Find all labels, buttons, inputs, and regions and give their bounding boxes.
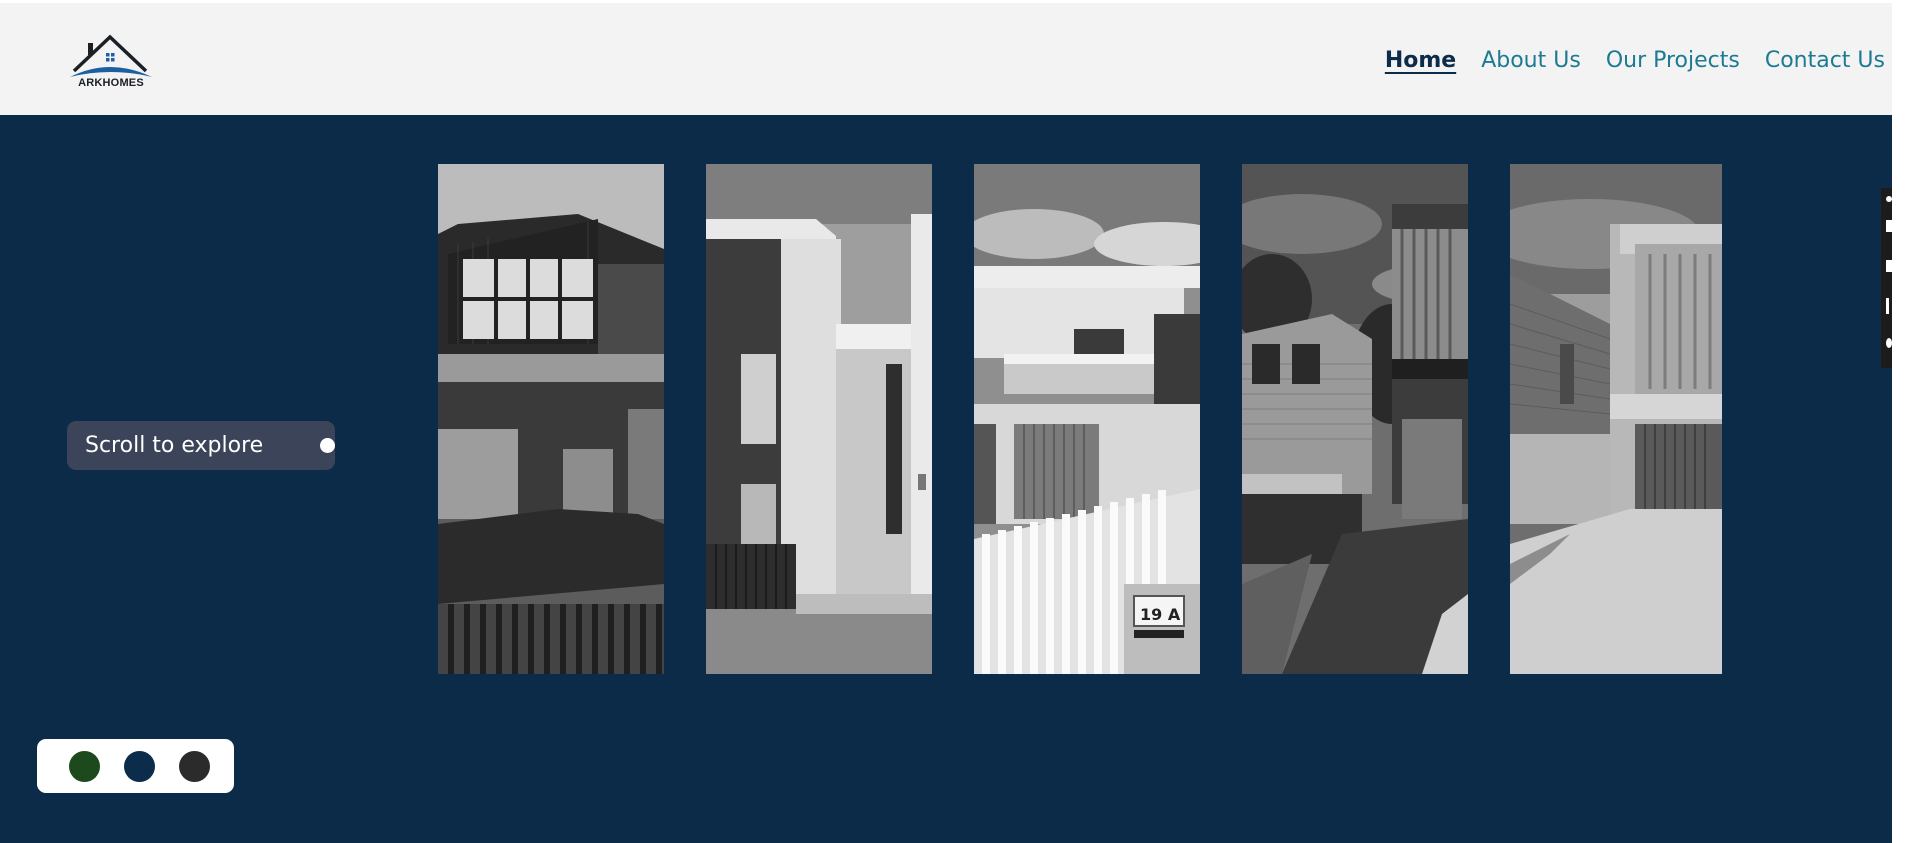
green-theme-swatch[interactable] bbox=[69, 751, 100, 782]
house-photo-3[interactable]: 19 A bbox=[974, 164, 1200, 674]
document-icon[interactable] bbox=[1886, 298, 1889, 314]
nav-about-us-link[interactable]: About Us bbox=[1481, 48, 1581, 73]
main-nav: Home About Us Our Projects Contact Us bbox=[1385, 48, 1885, 73]
nav-our-projects-link[interactable]: Our Projects bbox=[1606, 48, 1740, 73]
house-photo-5[interactable] bbox=[1510, 164, 1722, 674]
theme-color-switcher bbox=[37, 739, 234, 793]
side-toolbar bbox=[1881, 188, 1892, 368]
charcoal-theme-swatch[interactable] bbox=[179, 751, 210, 782]
navy-theme-swatch[interactable] bbox=[124, 751, 155, 782]
logo-wordmark: ARKHOMES bbox=[78, 77, 144, 89]
nav-home-link[interactable]: Home bbox=[1385, 48, 1456, 73]
hero-section: Scroll to explore 19 A bbox=[0, 115, 1892, 843]
arkhomes-logo[interactable]: ARKHOMES bbox=[66, 31, 156, 93]
scroll-to-explore-badge[interactable]: Scroll to explore bbox=[67, 421, 335, 470]
nav-contact-us-link[interactable]: Contact Us bbox=[1765, 48, 1885, 73]
square-icon[interactable] bbox=[1886, 220, 1892, 232]
house-photo-4[interactable] bbox=[1242, 164, 1468, 674]
house-logo-icon bbox=[70, 34, 152, 77]
house-photo-2[interactable] bbox=[706, 164, 932, 674]
gear-icon[interactable] bbox=[1886, 338, 1892, 348]
scroll-indicator-dot bbox=[320, 438, 335, 453]
site: ARKHOMES Home About Us Our Projects Cont… bbox=[0, 0, 1892, 843]
scroll-hint-label: Scroll to explore bbox=[85, 433, 264, 458]
search-icon[interactable] bbox=[1886, 196, 1892, 202]
house-photo-1[interactable] bbox=[438, 164, 664, 674]
site-header: ARKHOMES Home About Us Our Projects Cont… bbox=[0, 3, 1892, 115]
house-number-plate: 19 A bbox=[1140, 605, 1181, 624]
square-icon[interactable] bbox=[1886, 260, 1892, 272]
